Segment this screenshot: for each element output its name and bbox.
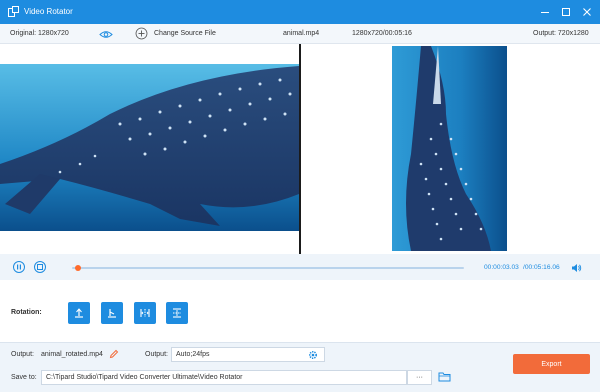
eye-icon[interactable]	[99, 30, 113, 39]
pause-icon	[17, 264, 21, 270]
whale-shark-original-frame	[0, 64, 299, 231]
rotation-label: Rotation:	[11, 309, 42, 316]
flip-horizontal-icon	[140, 309, 150, 317]
rotate-right-button[interactable]	[101, 302, 123, 324]
stop-icon	[37, 264, 43, 270]
change-source-button[interactable]: Change Source File	[154, 30, 216, 37]
browse-label: ···	[416, 374, 423, 381]
preview-area	[0, 44, 600, 254]
output-name-label: Output:	[11, 351, 34, 358]
flip-vertical-icon	[173, 308, 181, 318]
title-bar: Video Rotator	[0, 0, 600, 24]
maximize-button[interactable]	[558, 4, 574, 20]
progress-thumb[interactable]	[75, 265, 81, 271]
current-time: 00:00:03.03	[484, 264, 519, 271]
pause-button[interactable]	[13, 261, 25, 273]
browse-button[interactable]: ···	[407, 370, 432, 385]
output-format-value: Auto;24fps	[176, 351, 210, 358]
flip-horizontal-button[interactable]	[134, 302, 156, 324]
rotate-left-icon	[75, 308, 83, 318]
save-path-field[interactable]: C:\Tipard Studio\Tipard Video Converter …	[41, 370, 407, 385]
whale-shark-rotated-frame	[392, 46, 507, 251]
format-label: Output:	[145, 351, 168, 358]
output-resolution: Output: 720x1280	[533, 30, 589, 37]
close-button[interactable]	[579, 4, 595, 20]
original-preview	[0, 44, 299, 254]
edit-icon[interactable]	[109, 349, 119, 359]
export-button[interactable]: Export	[513, 354, 590, 374]
folder-icon[interactable]	[438, 371, 451, 382]
close-icon	[583, 8, 591, 16]
output-name-value: animal_rotated.mp4	[41, 351, 103, 358]
save-to-label: Save to:	[11, 374, 37, 381]
source-meta: 1280x720/00:05:16	[352, 30, 412, 37]
stop-button[interactable]	[34, 261, 46, 273]
volume-icon[interactable]	[571, 263, 582, 273]
rotate-right-icon	[108, 309, 116, 318]
total-time: /00:05:16.06	[523, 264, 560, 271]
progress-track[interactable]	[72, 267, 464, 269]
rotation-section: Rotation:	[0, 280, 600, 342]
minimize-button[interactable]	[537, 4, 553, 20]
rotated-preview	[301, 44, 600, 254]
output-format-select[interactable]: Auto;24fps	[171, 347, 325, 362]
source-filename: animal.mp4	[283, 30, 320, 37]
flip-vertical-button[interactable]	[166, 302, 188, 324]
add-icon[interactable]	[135, 27, 148, 40]
footer: Output: animal_rotated.mp4 Output: Auto;…	[0, 342, 600, 392]
save-path-value: C:\Tipard Studio\Tipard Video Converter …	[46, 374, 243, 381]
playback-controls: 00:00:03.03 /00:05:16.06	[0, 254, 600, 280]
window-title: Video Rotator	[24, 7, 73, 16]
settings-gear-icon[interactable]	[308, 350, 318, 360]
rotate-left-button[interactable]	[68, 302, 90, 324]
minimize-icon	[541, 12, 549, 13]
info-bar: Original: 1280x720 Change Source File an…	[0, 24, 600, 44]
app-icon	[8, 6, 19, 17]
original-resolution: Original: 1280x720	[10, 30, 69, 37]
maximize-icon	[562, 8, 570, 16]
